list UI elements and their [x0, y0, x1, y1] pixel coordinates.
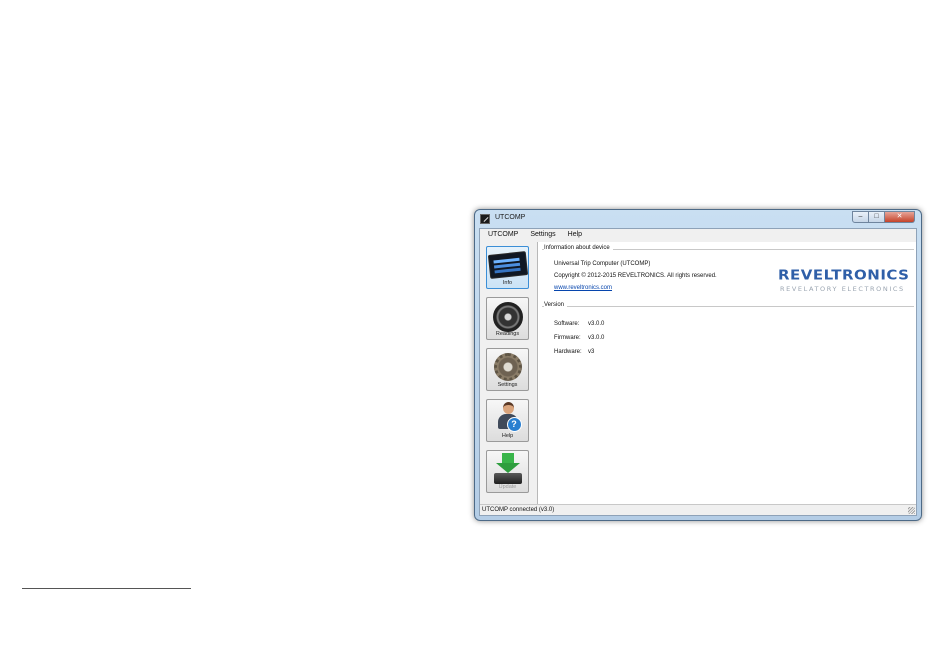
version-group-title: Version — [544, 302, 568, 308]
resize-grip[interactable] — [908, 507, 915, 514]
menu-help[interactable]: Help — [564, 229, 586, 241]
gauge-icon — [492, 302, 523, 332]
close-button[interactable]: ✕ — [885, 211, 915, 223]
firmware-value: v3.0.0 — [588, 335, 605, 341]
caption-buttons: – □ ✕ — [852, 211, 915, 224]
menu-utcomp[interactable]: UTCOMP — [484, 229, 522, 241]
version-group-line — [542, 306, 914, 307]
device-screen-icon — [487, 251, 528, 279]
website-link[interactable]: www.reveltronics.com — [554, 285, 612, 291]
status-text: UTCOMP connected (v3.0) — [482, 507, 555, 513]
copyright-text: Copyright © 2012-2015 REVELTRONICS. All … — [554, 273, 717, 279]
maximize-button[interactable]: □ — [869, 211, 885, 223]
info-group-title: Information about device — [544, 245, 613, 251]
nav-info-button[interactable]: Info — [486, 246, 529, 289]
reveltronics-logo: REVELTRONICS REVELATORY ELECTRONICS — [778, 266, 909, 296]
product-name: Universal Trip Computer (UTCOMP) — [554, 261, 651, 267]
download-icon — [493, 453, 523, 485]
nav-info-label: Info — [502, 280, 513, 286]
gear-icon — [493, 353, 522, 381]
nav-update-button[interactable]: Update — [486, 450, 529, 493]
logo-wordmark: REVELTRONICS — [778, 266, 910, 284]
nav-readings-button[interactable]: Readings — [486, 297, 529, 340]
nav-settings-label: Settings — [497, 382, 518, 388]
firmware-label: Firmware: — [554, 335, 581, 341]
app-icon[interactable] — [480, 214, 490, 224]
menu-bar: UTCOMP Settings Help — [480, 229, 916, 241]
hardware-label: Hardware: — [554, 349, 582, 355]
status-bar: UTCOMP connected (v3.0) — [480, 504, 916, 515]
nav-help-button[interactable]: ? Help — [486, 399, 529, 442]
nav-readings-label: Readings — [495, 331, 520, 337]
nav-help-label: Help — [501, 433, 514, 439]
info-panel: Information about device Universal Trip … — [537, 242, 916, 505]
nav-update-label: Update — [498, 484, 517, 490]
menu-settings[interactable]: Settings — [526, 229, 559, 241]
window-title: UTCOMP — [495, 214, 526, 221]
utcomp-window: UTCOMP – □ ✕ UTCOMP Settings Help Info R… — [474, 209, 922, 521]
window-client-area: UTCOMP Settings Help Info Readings Setti… — [479, 228, 917, 516]
side-navigation: Info Readings Settings ? Help Update — [480, 242, 537, 505]
hardware-value: v3 — [588, 349, 595, 355]
software-value: v3.0.0 — [588, 321, 605, 327]
page-rule-line — [22, 588, 191, 589]
user-help-icon: ? — [494, 402, 522, 432]
title-bar[interactable]: UTCOMP – □ ✕ — [475, 210, 921, 228]
logo-tagline: REVELATORY ELECTRONICS — [780, 285, 905, 293]
nav-settings-button[interactable]: Settings — [486, 348, 529, 391]
minimize-button[interactable]: – — [852, 211, 869, 223]
software-label: Software: — [554, 321, 580, 327]
